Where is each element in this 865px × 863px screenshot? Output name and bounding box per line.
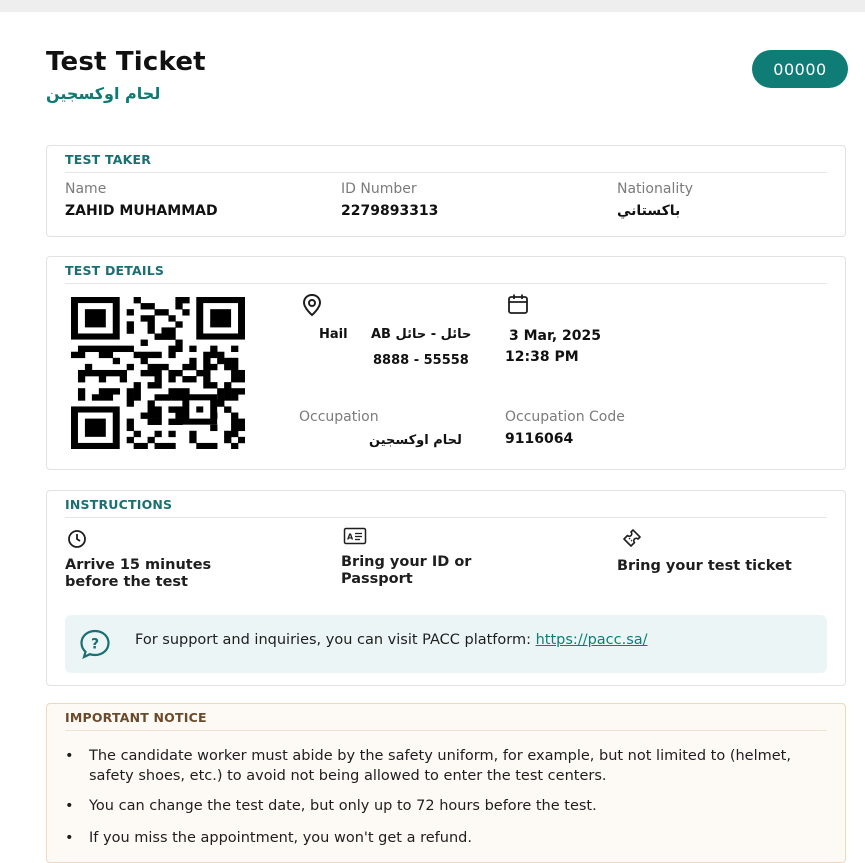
section-divider [65,730,827,731]
instruction-bring-ticket: Bring your test ticket [617,558,792,574]
section-divider [65,283,827,284]
calendar-icon [507,293,529,315]
id-number-value: 2279893313 [341,203,439,219]
page-subtitle: لحام اوكسجين [46,84,161,103]
location-phone: 8888 - 55558 [373,353,469,368]
id-card-icon: A [343,527,367,545]
test-taker-section-title: TEST TAKER [65,152,152,167]
top-bar [0,0,865,12]
important-notice-card: IMPORTANT NOTICE • The candidate worker … [46,703,846,863]
notice-bullet-text: If you miss the appointment, you won't g… [89,830,472,846]
instructions-section-title: INSTRUCTIONS [65,497,173,512]
notice-bullet-text: The candidate worker must abide by the s… [89,748,791,784]
pacc-link[interactable]: https://pacc.sa/ [536,632,648,648]
support-text: For support and inquiries, you can visit… [135,632,648,648]
occupation-code-value: 9116064 [505,431,574,447]
bullet-icon: • [65,748,74,764]
test-time: 12:38 PM [505,349,579,365]
bullet-icon: • [65,830,74,846]
notice-bullet-text: You can change the test date, but only u… [89,798,597,814]
occupation-label: Occupation [299,409,379,425]
list-item: • The candidate worker must abide by the… [65,746,835,786]
notice-section-title: IMPORTANT NOTICE [65,710,207,725]
nationality-value: باكستاني [617,203,681,219]
nationality-label: Nationality [617,181,694,197]
section-divider [65,172,827,173]
page-title: Test Ticket [46,47,206,77]
support-banner: ? For support and inquiries, you can vis… [65,615,827,673]
occupation-code-label: Occupation Code [505,409,625,425]
section-divider [65,517,827,518]
name-label: Name [65,181,107,197]
test-date: 3 Mar, 2025 [509,328,601,344]
list-item: • If you miss the appointment, you won't… [65,828,835,848]
ticket-icon [619,527,643,551]
ticket-number-badge: 00000 [752,50,848,88]
occupation-value: لحام اوكسجين [369,433,462,448]
location-center: AB حائل - حائل [371,327,472,342]
help-question-icon: ? [79,629,111,659]
clock-icon [67,529,87,549]
id-number-label: ID Number [341,181,417,197]
name-value: ZAHID MUHAMMAD [65,203,218,219]
bullet-icon: • [65,798,74,814]
qr-code [71,297,246,450]
test-taker-card: TEST TAKER Name ZAHID MUHAMMAD ID Number… [46,145,846,237]
location-city: Hail [319,327,348,342]
instruction-arrive-early: Arrive 15 minutes before the test [65,557,212,590]
instructions-card: INSTRUCTIONS Arrive 15 minutes before th… [46,490,846,686]
svg-text:A: A [347,533,354,542]
location-pin-icon [301,293,323,317]
instruction-bring-id: Bring your ID or Passport [341,554,472,587]
svg-text:?: ? [91,637,99,653]
test-details-card: TEST DETAILS Hail AB حائل - حائل 8888 - … [46,256,846,470]
test-details-section-title: TEST DETAILS [65,263,165,278]
list-item: • You can change the test date, but only… [65,796,835,816]
